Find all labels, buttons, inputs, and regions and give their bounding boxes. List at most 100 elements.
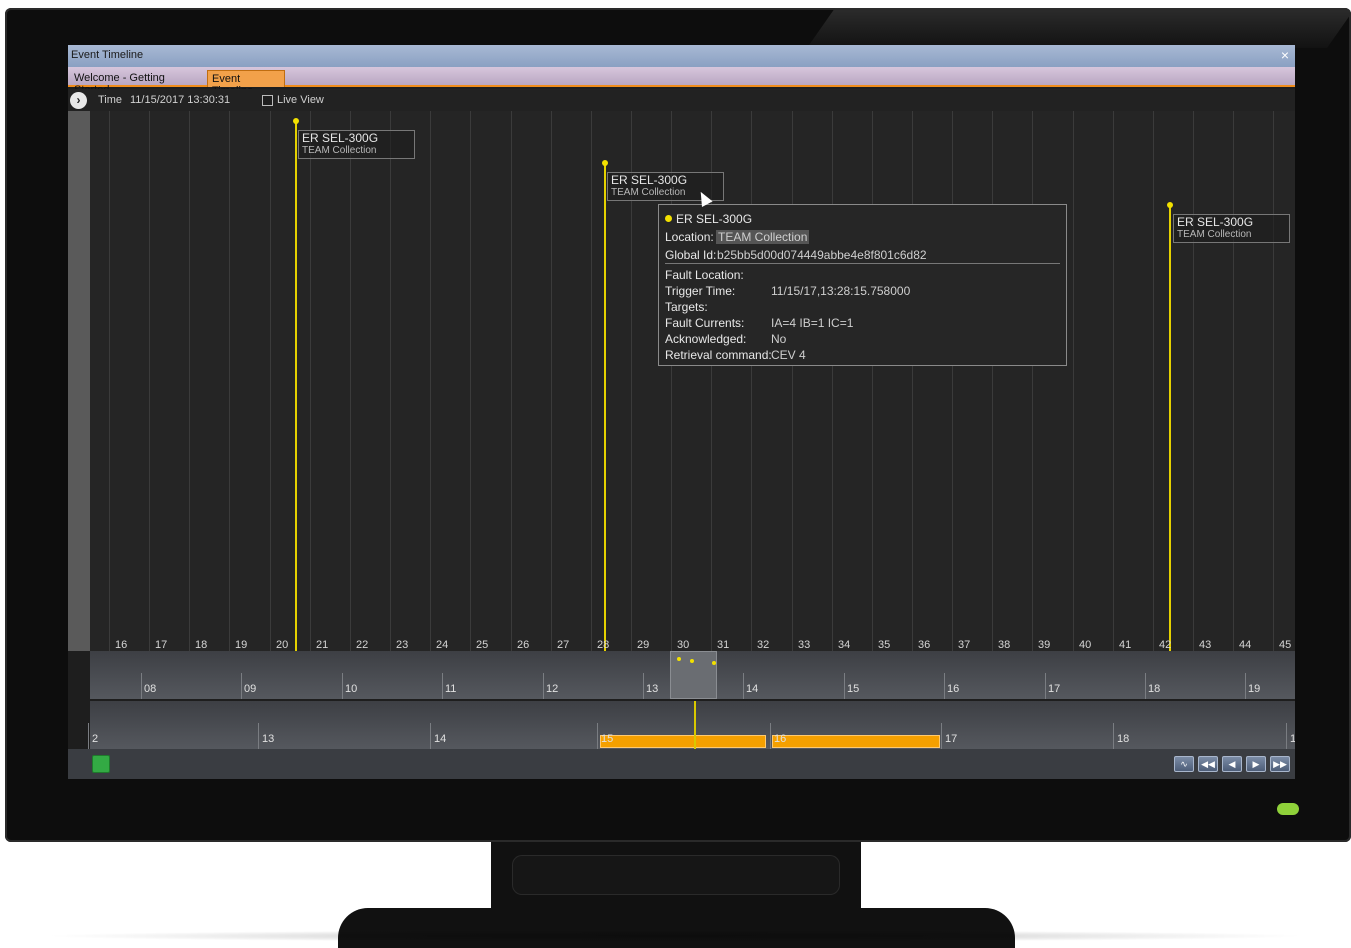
- timeline-tick-label: 39: [1038, 639, 1051, 651]
- event-line[interactable]: [604, 163, 606, 651]
- close-icon[interactable]: ×: [1281, 47, 1289, 63]
- event-tooltip: ER SEL-300G Location: TEAM Collection Gl…: [658, 204, 1067, 366]
- live-view-label[interactable]: Live View: [277, 94, 324, 106]
- timeline-tick-label: 37: [958, 639, 971, 651]
- event-dot[interactable]: [293, 118, 299, 124]
- event-name: ER SEL-300G: [611, 173, 688, 187]
- overview-tick: [141, 673, 142, 699]
- event-range-band[interactable]: [772, 735, 940, 748]
- grid-line: [270, 111, 271, 651]
- grid-line: [1113, 111, 1114, 651]
- tooltip-title: ER SEL-300G: [676, 212, 753, 226]
- overview-tick: [1245, 673, 1246, 699]
- event-dot-icon: [665, 215, 672, 222]
- app-window: Event Timeline × Welcome - Getting Start…: [68, 45, 1295, 779]
- timeline-tick-label: 34: [838, 639, 851, 651]
- event-line[interactable]: [295, 121, 297, 651]
- hour-overview-strip[interactable]: 2 13 14 15 16 17 18 1: [88, 701, 1295, 749]
- acknowledged-value: No: [771, 332, 787, 346]
- step-back-icon[interactable]: ◀: [1222, 756, 1242, 772]
- waveform-icon[interactable]: ∿: [1174, 756, 1194, 772]
- grid-line: [591, 111, 592, 651]
- grid-line: [751, 111, 752, 651]
- event-line[interactable]: [1169, 205, 1171, 651]
- timeline-tick-label: 16: [115, 639, 128, 651]
- grid-line: [1273, 111, 1274, 651]
- fault-location-label: Fault Location:: [665, 268, 744, 282]
- timeline-plot[interactable]: ER SEL-300G TEAM Collection ER SEL-300G …: [90, 111, 1295, 651]
- event-collection: TEAM Collection: [302, 145, 377, 156]
- bottom-toolbar: ∿ ◀◀ ◀ ▶ ▶▶: [68, 749, 1295, 779]
- overview-event-dot: [677, 657, 681, 661]
- overview-minute-label: 15: [847, 683, 860, 695]
- overview-view-window[interactable]: [670, 651, 717, 699]
- timeline-tick-label: 29: [637, 639, 650, 651]
- tab-bar: Welcome - Getting Started Event Timeline: [68, 67, 1295, 97]
- grid-line: [792, 111, 793, 651]
- time-label: Time: [98, 94, 123, 106]
- timeline-tick-label: 36: [918, 639, 931, 651]
- grid-line: [1193, 111, 1194, 651]
- expand-panel-icon[interactable]: ›: [70, 92, 87, 109]
- skip-back-icon[interactable]: ◀◀: [1198, 756, 1218, 772]
- overview-tick: [1286, 723, 1287, 749]
- list-icon[interactable]: [92, 755, 110, 773]
- timeline-tick-label: 18: [195, 639, 208, 651]
- fault-currents-label: Fault Currents:: [665, 316, 745, 330]
- overview-hour-label: 15: [601, 733, 614, 745]
- bezel-gloss: [806, 8, 1351, 48]
- grid-line: [872, 111, 873, 651]
- overview-tick: [430, 723, 431, 749]
- event-range-band[interactable]: [600, 735, 766, 748]
- timeline-tick-label: 21: [316, 639, 329, 651]
- grid-line: [1032, 111, 1033, 651]
- overview-tick: [543, 673, 544, 699]
- timeline-tick-label: 25: [476, 639, 489, 651]
- grid-line: [149, 111, 150, 651]
- timeline-toolbar: › Time 11/15/2017 13:30:31 Live View: [68, 89, 1295, 111]
- overview-hour-label: 17: [945, 733, 958, 745]
- trigger-time-value: 11/15/17,13:28:15.758000: [771, 284, 911, 298]
- live-view-checkbox[interactable]: [262, 95, 273, 106]
- event-label[interactable]: ER SEL-300G TEAM Collection: [298, 130, 415, 159]
- overview-tick: [844, 673, 845, 699]
- monitor-neck-slot: [512, 855, 840, 895]
- step-forward-icon[interactable]: ▶: [1246, 756, 1266, 772]
- title-bar: Event Timeline ×: [68, 45, 1295, 67]
- floor-shadow: [40, 930, 1310, 942]
- tab-event-timeline[interactable]: Event Timeline: [207, 70, 285, 97]
- current-position-marker[interactable]: [694, 701, 696, 749]
- event-dot[interactable]: [602, 160, 608, 166]
- timeline-tick-label: 20: [276, 639, 289, 651]
- grid-line: [992, 111, 993, 651]
- overview-tick: [941, 723, 942, 749]
- timeline-tick-label: 42: [1159, 639, 1172, 651]
- overview-hour-label: 14: [434, 733, 447, 745]
- grid-line: [470, 111, 471, 651]
- time-value: 11/15/2017 13:30:31: [130, 94, 231, 106]
- overview-tick: [643, 673, 644, 699]
- overview-tick: [944, 673, 945, 699]
- timeline-tick-label: 33: [798, 639, 811, 651]
- overview-event-dot: [712, 661, 716, 665]
- targets-label: Targets:: [665, 300, 708, 314]
- event-dot[interactable]: [1167, 202, 1173, 208]
- location-value: TEAM Collection: [716, 230, 810, 244]
- timeline-tick-label: 27: [557, 639, 570, 651]
- minute-overview-strip[interactable]: 08 09 10 11 12 13 14 15 16 17 18 19: [90, 651, 1295, 699]
- grid-line: [350, 111, 351, 651]
- overview-minute-label: 11: [445, 683, 457, 695]
- grid-line: [511, 111, 512, 651]
- retrieval-command-value: CEV 4: [771, 348, 806, 362]
- overview-tick: [1045, 673, 1046, 699]
- overview-tick: [1145, 673, 1146, 699]
- overview-hour-label: 2: [92, 733, 99, 745]
- timeline-tick-label: 35: [878, 639, 891, 651]
- trigger-time-label: Trigger Time:: [665, 284, 736, 298]
- location-label: Location:: [665, 230, 714, 244]
- event-label[interactable]: ER SEL-300G TEAM Collection: [1173, 214, 1290, 243]
- tab-welcome[interactable]: Welcome - Getting Started: [70, 70, 206, 96]
- skip-forward-icon[interactable]: ▶▶: [1270, 756, 1290, 772]
- grid-line: [1073, 111, 1074, 651]
- timeline-tick-label: 30: [677, 639, 690, 651]
